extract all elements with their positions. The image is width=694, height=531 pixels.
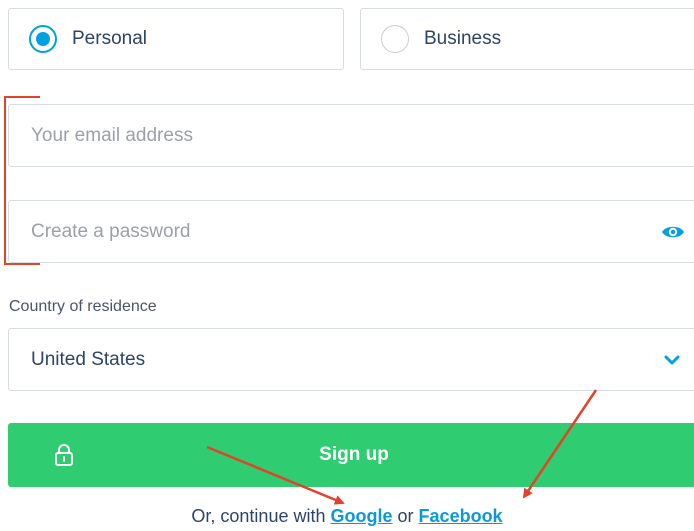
- account-type-business-label: Business: [424, 28, 502, 49]
- country-label: Country of residence: [9, 298, 157, 315]
- lock-icon: [55, 444, 73, 466]
- email-input[interactable]: [31, 124, 591, 147]
- chevron-down-icon[interactable]: [663, 353, 681, 367]
- social-prefix: Or, continue with: [191, 506, 326, 526]
- account-type-personal[interactable]: Personal: [8, 8, 344, 70]
- radio-unselected-icon[interactable]: [381, 25, 409, 53]
- email-field[interactable]: [8, 104, 694, 167]
- account-type-personal-label: Personal: [72, 28, 147, 49]
- social-separator: or: [397, 506, 414, 526]
- radio-selected-icon[interactable]: [29, 25, 57, 53]
- eye-icon[interactable]: [661, 223, 685, 241]
- signup-button[interactable]: Sign up: [8, 423, 694, 487]
- account-type-business[interactable]: Business: [360, 8, 694, 70]
- password-input[interactable]: [31, 220, 591, 243]
- facebook-link[interactable]: Facebook: [419, 506, 503, 526]
- social-login-text: Or, continue with Google or Facebook: [0, 506, 694, 527]
- password-field[interactable]: [8, 200, 694, 263]
- country-value: United States: [31, 348, 146, 370]
- country-select[interactable]: United States: [8, 328, 694, 391]
- google-link[interactable]: Google: [331, 506, 393, 526]
- signup-label: Sign up: [319, 444, 389, 465]
